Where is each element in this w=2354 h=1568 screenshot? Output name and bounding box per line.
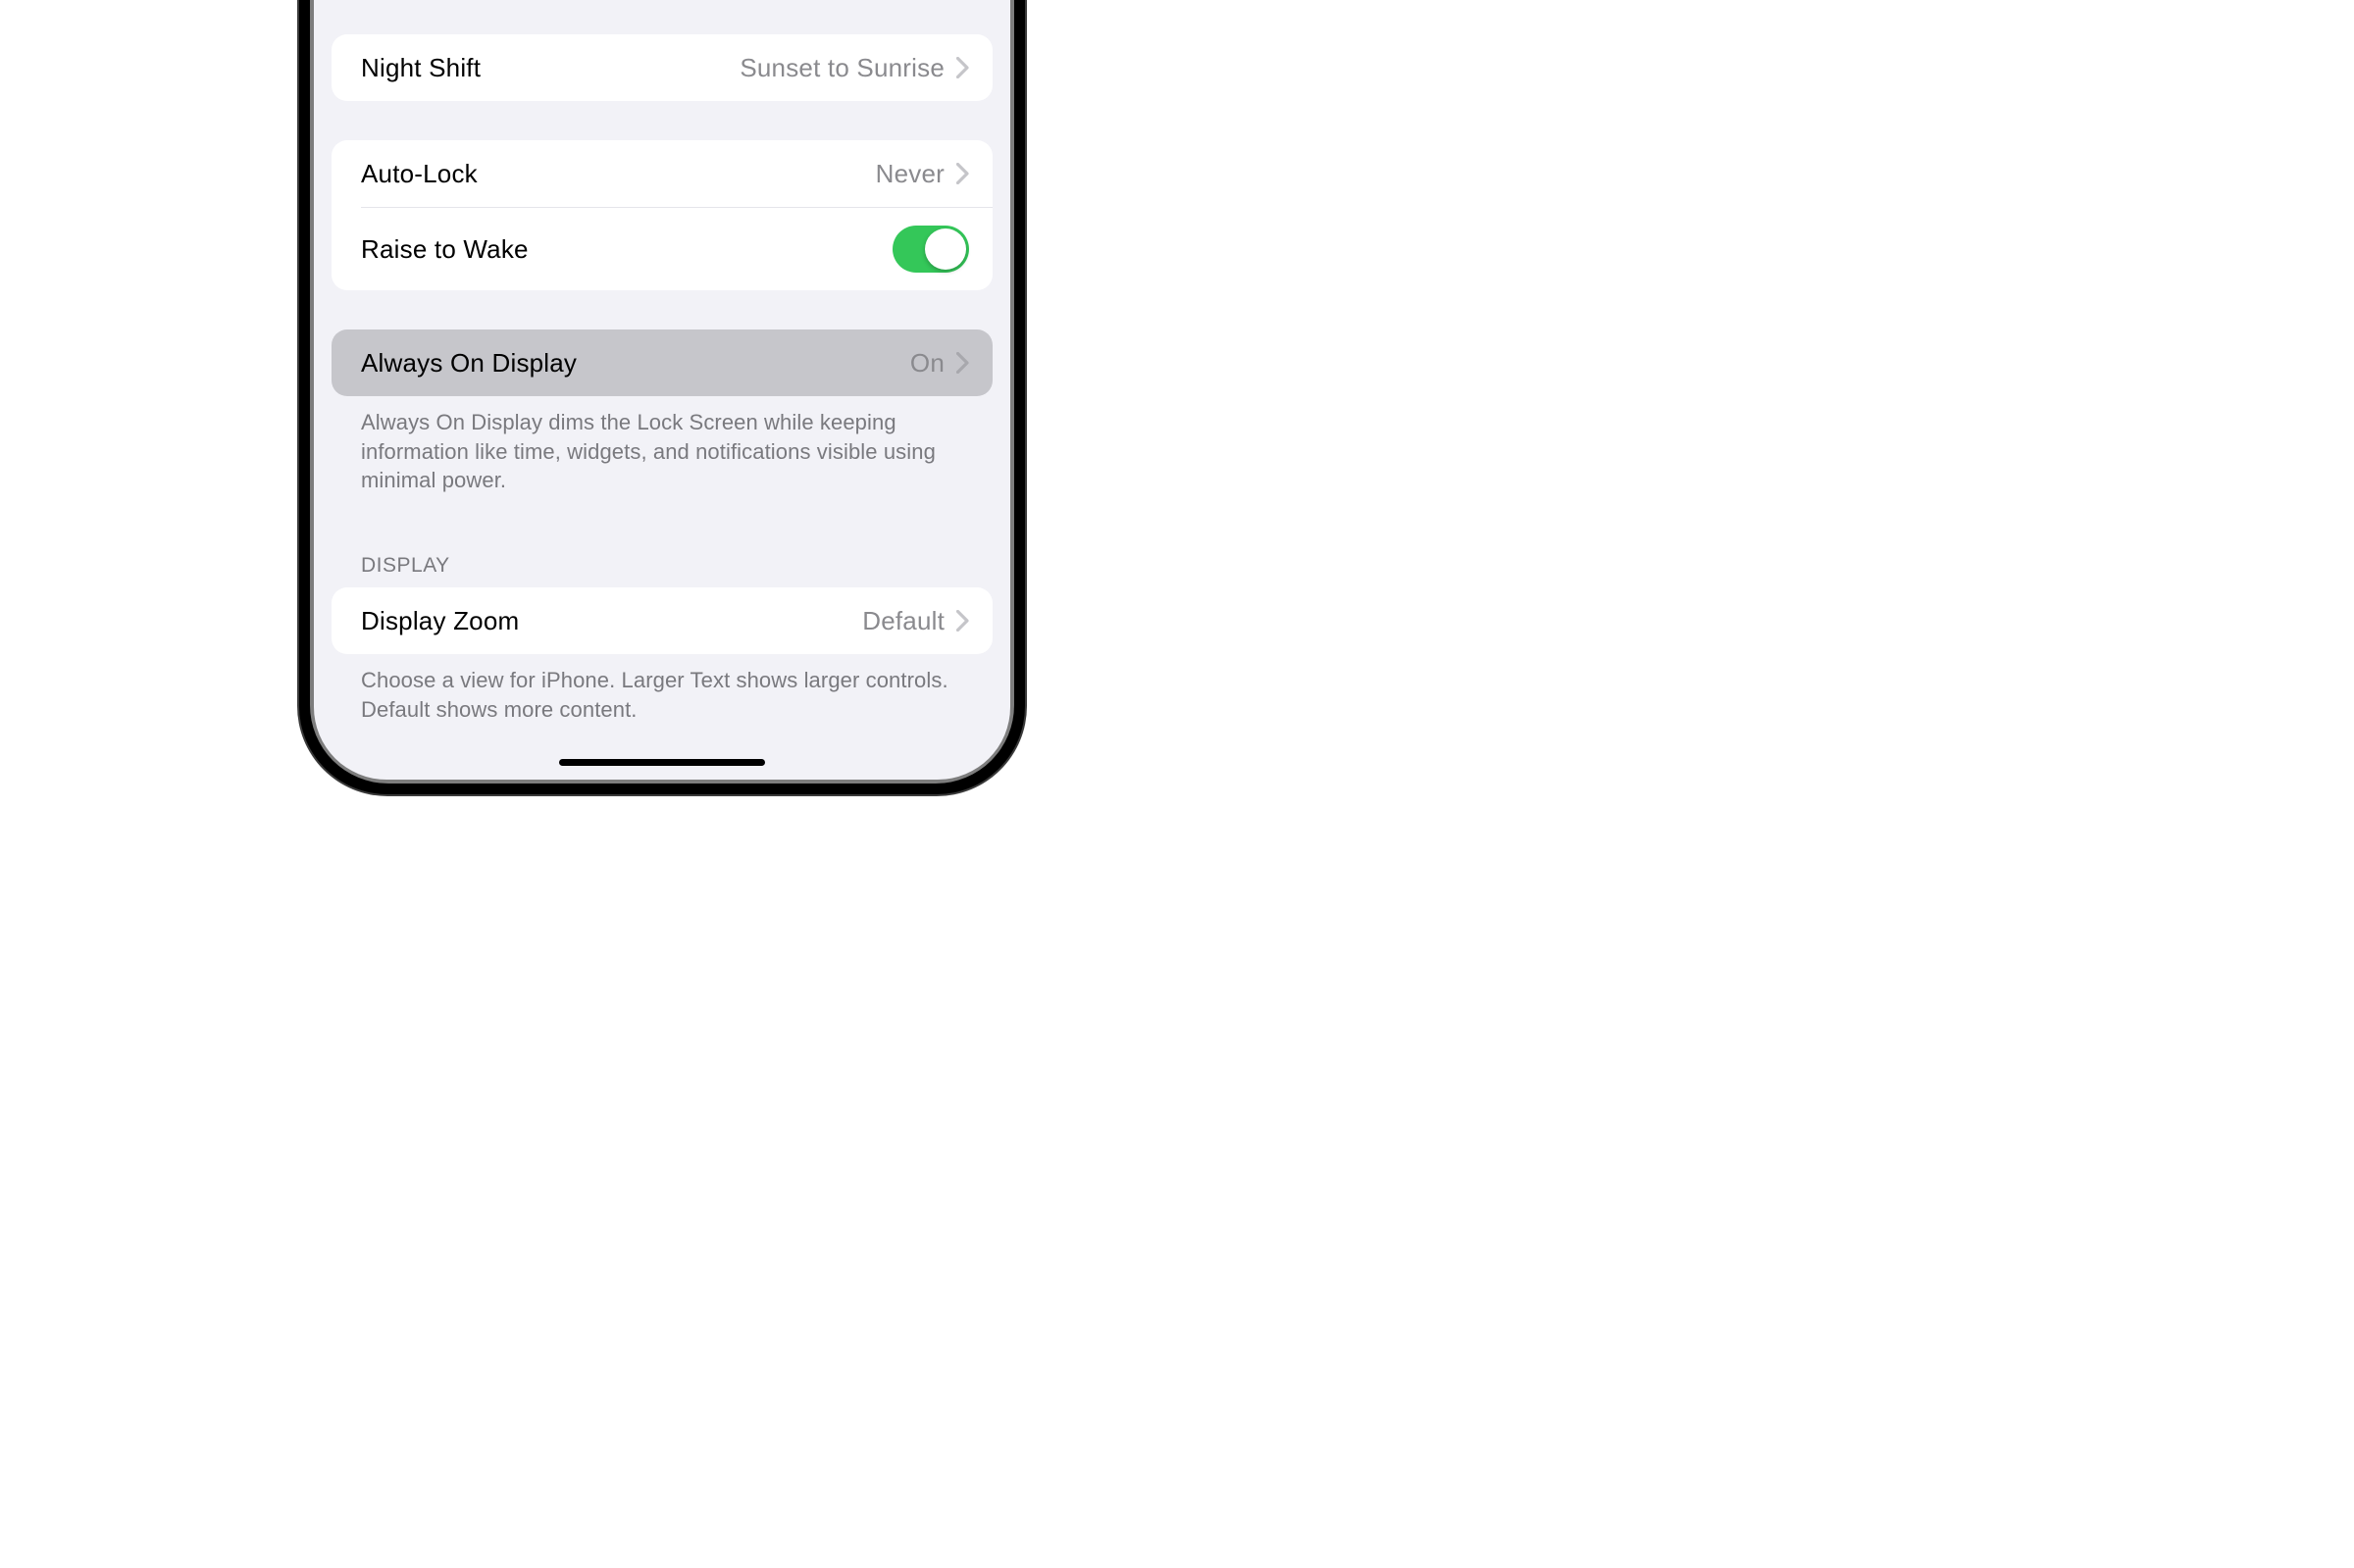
display-zoom-label: Display Zoom xyxy=(361,606,862,636)
night-shift-row[interactable]: Night Shift Sunset to Sunrise xyxy=(332,34,993,101)
phone-screen: Night Shift Sunset to Sunrise Auto-Lock xyxy=(314,0,1010,780)
chevron-right-icon xyxy=(956,610,969,632)
display-group: DISPLAY Display Zoom Default Choose a vi… xyxy=(332,554,993,724)
home-indicator[interactable] xyxy=(559,759,765,766)
always-on-display-card: Always On Display On xyxy=(332,329,993,396)
chevron-right-icon xyxy=(956,57,969,78)
always-on-display-group: Always On Display On Always On Display d… xyxy=(332,329,993,495)
raise-to-wake-row: Raise to Wake xyxy=(361,207,993,290)
night-shift-card: Night Shift Sunset to Sunrise xyxy=(332,34,993,101)
auto-lock-label: Auto-Lock xyxy=(361,159,876,189)
display-zoom-value: Default xyxy=(862,606,945,636)
auto-lock-row[interactable]: Auto-Lock Never xyxy=(332,140,993,207)
night-shift-group: Night Shift Sunset to Sunrise xyxy=(332,34,993,101)
raise-to-wake-toggle[interactable] xyxy=(893,226,969,273)
toggle-knob xyxy=(925,228,966,270)
chevron-right-icon xyxy=(956,163,969,184)
settings-scroll-content: Night Shift Sunset to Sunrise Auto-Lock xyxy=(314,34,1010,780)
chevron-right-icon xyxy=(956,352,969,374)
always-on-display-label: Always On Display xyxy=(361,348,910,379)
display-section-header: DISPLAY xyxy=(332,554,993,587)
lock-card: Auto-Lock Never Raise to Wake xyxy=(332,140,993,290)
lock-group: Auto-Lock Never Raise to Wake xyxy=(332,140,993,290)
raise-to-wake-label: Raise to Wake xyxy=(361,234,893,265)
always-on-display-value: On xyxy=(910,348,945,379)
display-card: Display Zoom Default xyxy=(332,587,993,654)
phone-frame: Night Shift Sunset to Sunrise Auto-Lock xyxy=(299,0,1025,794)
display-zoom-row[interactable]: Display Zoom Default xyxy=(332,587,993,654)
phone-bezel: Night Shift Sunset to Sunrise Auto-Lock xyxy=(310,0,1014,784)
always-on-display-row[interactable]: Always On Display On xyxy=(332,329,993,396)
night-shift-label: Night Shift xyxy=(361,53,740,83)
night-shift-value: Sunset to Sunrise xyxy=(740,53,945,83)
auto-lock-value: Never xyxy=(876,159,945,189)
always-on-display-footer: Always On Display dims the Lock Screen w… xyxy=(332,396,993,495)
display-zoom-footer: Choose a view for iPhone. Larger Text sh… xyxy=(332,654,993,724)
